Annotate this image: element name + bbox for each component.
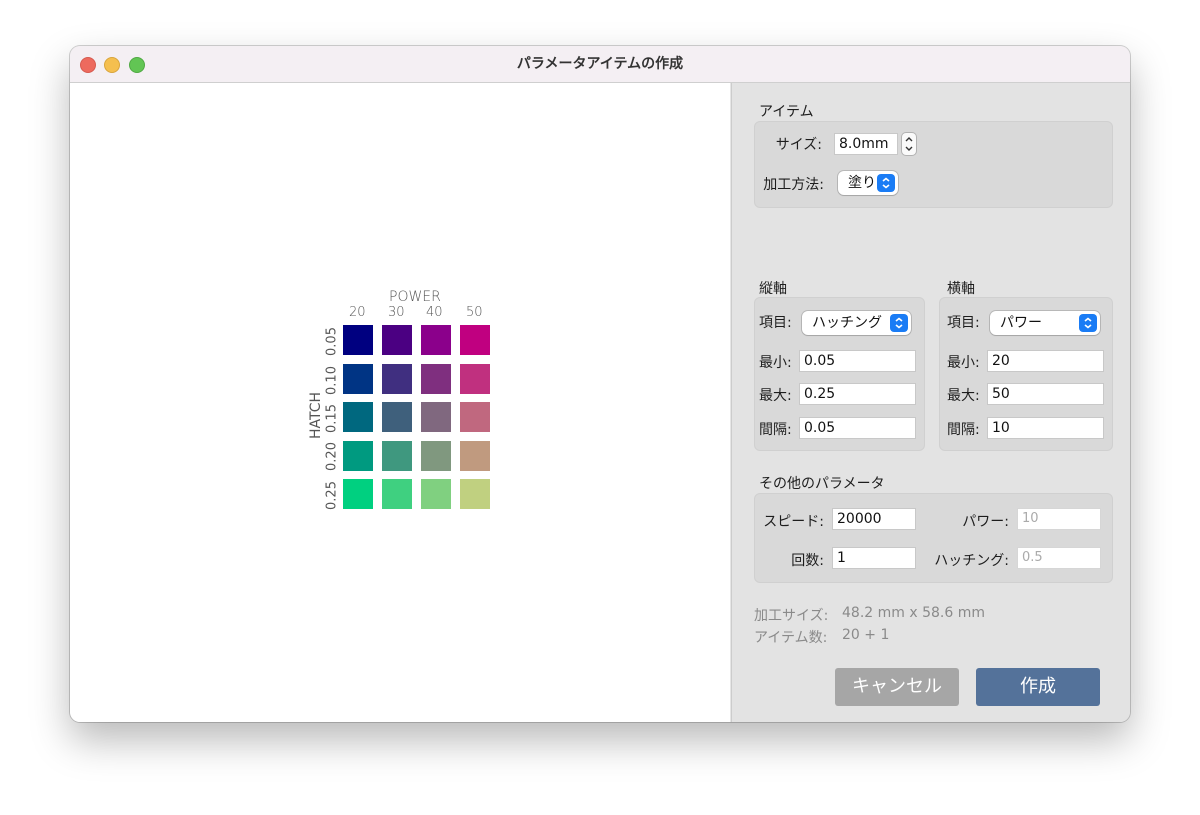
process-size-label: 加工サイズ: bbox=[754, 608, 829, 624]
x-axis-title: POWER bbox=[389, 289, 441, 305]
parameter-swatch bbox=[421, 402, 451, 432]
parameter-swatch bbox=[460, 479, 490, 509]
size-field[interactable]: 8.0mm bbox=[834, 133, 898, 155]
parameter-swatch bbox=[421, 440, 451, 471]
title-bar: パラメータアイテムの作成 bbox=[70, 46, 1130, 83]
preview-canvas: POWER 20 30 40 50 HATCH 0.05 0.10 0.15 0… bbox=[70, 83, 730, 722]
dialog-window: パラメータアイテムの作成 POWER 20 30 40 50 HATCH 0.0… bbox=[70, 46, 1130, 722]
v-min-field[interactable]: 0.05 bbox=[799, 350, 916, 372]
stepper-arrows-icon bbox=[905, 137, 913, 151]
v-step-label: 間隔: bbox=[759, 422, 792, 438]
h-max-label: 最大: bbox=[947, 388, 980, 404]
hatch-field: 0.5 bbox=[1017, 547, 1101, 569]
count-field[interactable]: 1 bbox=[832, 547, 916, 569]
power-field: 10 bbox=[1017, 508, 1101, 530]
y-tick: 0.10 bbox=[324, 366, 340, 395]
other-section-label: その他のパラメータ bbox=[759, 476, 885, 492]
parameter-swatch bbox=[343, 325, 373, 355]
parameter-swatch bbox=[382, 325, 412, 355]
parameter-swatch bbox=[382, 440, 412, 471]
v-item-label: 項目: bbox=[759, 315, 792, 331]
x-tick: 40 bbox=[426, 305, 443, 320]
parameter-swatch bbox=[343, 402, 373, 432]
item-section-label: アイテム bbox=[759, 104, 814, 120]
cancel-button[interactable]: キャンセル bbox=[835, 668, 959, 706]
window-title: パラメータアイテムの作成 bbox=[516, 56, 684, 72]
v-max-label: 最大: bbox=[759, 388, 792, 404]
parameter-swatch bbox=[382, 402, 412, 432]
process-size-value: 48.2 mm x 58.6 mm bbox=[842, 605, 985, 621]
v-max-field[interactable]: 0.25 bbox=[799, 383, 916, 405]
parameter-swatch bbox=[460, 402, 490, 432]
horizontal-axis-section-label: 横軸 bbox=[947, 281, 975, 297]
size-label: サイズ: bbox=[775, 137, 822, 153]
h-step-field[interactable]: 10 bbox=[987, 417, 1104, 439]
v-min-label: 最小: bbox=[759, 355, 792, 371]
size-stepper[interactable] bbox=[902, 133, 916, 155]
h-min-label: 最小: bbox=[947, 355, 980, 371]
settings-panel: アイテム サイズ: 8.0mm 加工方法: 塗り 縦軸 項目: ハッチング 最小 bbox=[731, 83, 1130, 722]
create-button[interactable]: 作成 bbox=[976, 668, 1100, 706]
speed-label: スピード: bbox=[763, 514, 824, 530]
parameter-swatch bbox=[382, 479, 412, 509]
popup-arrows-icon bbox=[877, 174, 895, 192]
h-step-label: 間隔: bbox=[947, 422, 980, 438]
parameter-swatch bbox=[460, 363, 490, 394]
x-tick: 50 bbox=[466, 305, 483, 320]
count-label: 回数: bbox=[791, 553, 824, 569]
h-min-field[interactable]: 20 bbox=[987, 350, 1104, 372]
parameter-swatch bbox=[343, 363, 373, 394]
y-tick: 0.25 bbox=[324, 481, 340, 510]
item-count-label: アイテム数: bbox=[754, 630, 828, 646]
v-item-popup[interactable]: ハッチング bbox=[802, 311, 911, 335]
hatch-label: ハッチング: bbox=[934, 553, 1009, 569]
method-popup[interactable]: 塗り bbox=[838, 171, 898, 195]
parameter-swatch bbox=[343, 479, 373, 509]
parameter-swatch bbox=[460, 440, 490, 471]
speed-field[interactable]: 20000 bbox=[832, 508, 916, 530]
parameter-swatch bbox=[421, 363, 451, 394]
power-label: パワー: bbox=[962, 514, 1009, 530]
x-tick: 20 bbox=[349, 305, 366, 320]
method-label: 加工方法: bbox=[763, 177, 824, 193]
x-tick: 30 bbox=[388, 305, 405, 320]
popup-arrows-icon bbox=[890, 314, 908, 332]
item-count-value: 20 + 1 bbox=[842, 627, 890, 643]
method-value: 塗り bbox=[848, 175, 876, 191]
parameter-swatch bbox=[382, 363, 412, 394]
popup-arrows-icon bbox=[1079, 314, 1097, 332]
y-axis-title: HATCH bbox=[308, 391, 324, 439]
vertical-axis-section-label: 縦軸 bbox=[759, 281, 787, 297]
h-item-label: 項目: bbox=[947, 315, 980, 331]
parameter-swatch bbox=[421, 325, 451, 355]
v-item-value: ハッチング bbox=[812, 315, 882, 331]
h-item-value: パワー bbox=[1000, 315, 1042, 331]
y-tick: 0.15 bbox=[324, 404, 340, 433]
y-tick: 0.05 bbox=[324, 327, 340, 356]
h-item-popup[interactable]: パワー bbox=[990, 311, 1100, 335]
parameter-swatch bbox=[460, 325, 490, 355]
v-step-field[interactable]: 0.05 bbox=[799, 417, 916, 439]
y-tick: 0.20 bbox=[324, 442, 340, 471]
h-max-field[interactable]: 50 bbox=[987, 383, 1104, 405]
parameter-swatch bbox=[343, 440, 373, 471]
parameter-swatch bbox=[421, 479, 451, 509]
